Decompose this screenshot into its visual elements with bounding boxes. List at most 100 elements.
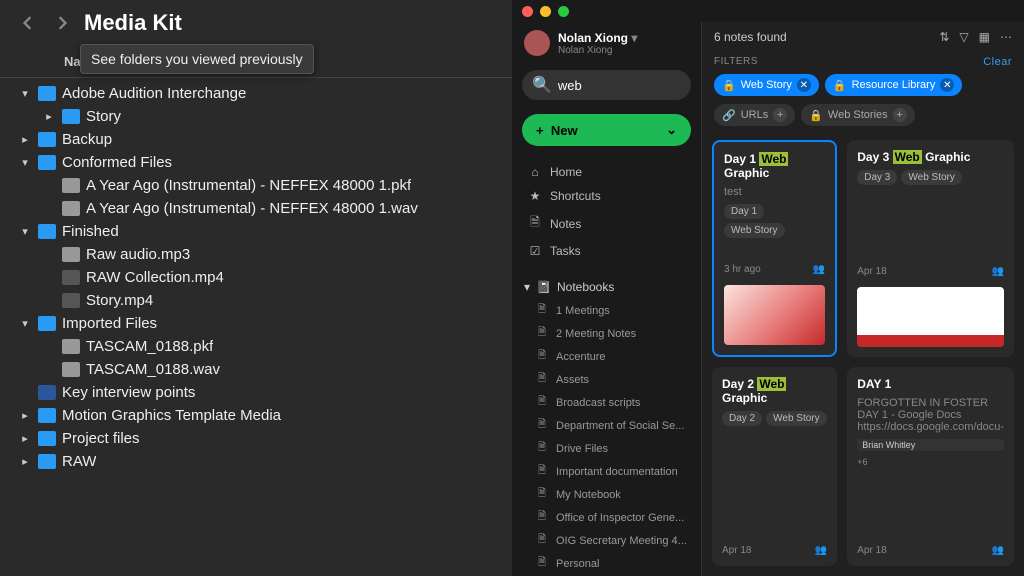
disclosure-icon[interactable]: ▸ bbox=[18, 133, 32, 146]
folder-icon bbox=[38, 408, 56, 423]
tree-row[interactable]: ▾Conformed Files bbox=[0, 151, 512, 174]
tree-row[interactable]: RAW Collection.mp4 bbox=[0, 266, 512, 289]
notebook-label: Important documentation bbox=[556, 466, 678, 478]
disclosure-icon[interactable]: ▾ bbox=[18, 225, 32, 238]
forward-icon[interactable] bbox=[50, 11, 74, 35]
disclosure-icon[interactable]: ▾ bbox=[18, 317, 32, 330]
folder-icon bbox=[38, 454, 56, 469]
note-card[interactable]: Day 2 Web Graphic Day 2Web Story Apr 18👥 bbox=[712, 367, 837, 567]
notebook-item[interactable]: 🗎Department of Social Se... bbox=[534, 414, 693, 437]
tree-row[interactable]: ▸Motion Graphics Template Media bbox=[0, 404, 512, 427]
notebook-item[interactable]: 🗎1 Meetings bbox=[534, 299, 693, 322]
notebook-label: Broadcast scripts bbox=[556, 397, 640, 409]
nav-item-shortcuts[interactable]: ★Shortcuts bbox=[520, 184, 693, 208]
note-card[interactable]: Day 3 Web Graphic Day 3Web Story Apr 18👥 bbox=[847, 140, 1014, 357]
chip-label: Web Story bbox=[741, 79, 792, 91]
disclosure-icon[interactable]: ▸ bbox=[18, 432, 32, 445]
tree-row[interactable]: ▸RAW bbox=[0, 450, 512, 473]
disclosure-icon[interactable]: ▸ bbox=[18, 455, 32, 468]
remove-chip-icon[interactable]: ✕ bbox=[940, 78, 954, 92]
nav-tooltip: See folders you viewed previously bbox=[80, 44, 314, 74]
back-icon[interactable] bbox=[16, 11, 40, 35]
grid-view-icon[interactable]: ▦ bbox=[979, 30, 990, 44]
disclosure-icon[interactable]: ▾ bbox=[18, 87, 32, 100]
more-icon[interactable]: ⋯ bbox=[1000, 30, 1012, 44]
filter-chip-active[interactable]: 🔒Web Story✕ bbox=[714, 74, 819, 96]
filter-chip-suggest[interactable]: 🔗URLs+ bbox=[714, 104, 795, 126]
new-button[interactable]: + New ⌄ bbox=[522, 114, 691, 146]
tree-row[interactable]: A Year Ago (Instrumental) - NEFFEX 48000… bbox=[0, 197, 512, 220]
minimize-icon[interactable] bbox=[540, 6, 551, 17]
notebook-item[interactable]: 🗎Drive Files bbox=[534, 437, 693, 460]
notebook-item[interactable]: 🗎2 Meeting Notes bbox=[534, 322, 693, 345]
filter-chip-suggest[interactable]: 🔒Web Stories+ bbox=[801, 104, 914, 126]
nav-item-tasks[interactable]: ☑Tasks bbox=[520, 239, 693, 263]
sort-icon[interactable]: ⇅ bbox=[939, 30, 949, 44]
folder-icon bbox=[38, 224, 56, 239]
remove-chip-icon[interactable]: ✕ bbox=[797, 78, 811, 92]
note-tag[interactable]: Day 2 bbox=[722, 411, 762, 426]
shared-icon: 👥 bbox=[992, 545, 1004, 556]
clear-filters-link[interactable]: Clear bbox=[983, 56, 1012, 68]
tree-row[interactable]: ▾Adobe Audition Interchange bbox=[0, 82, 512, 105]
notebook-list: 🗎1 Meetings🗎2 Meeting Notes🗎Accenture🗎As… bbox=[520, 299, 693, 576]
nav-list: ⌂Home★Shortcuts🗎Notes☑Tasks bbox=[520, 154, 693, 269]
notebook-item[interactable]: 🗎Personal bbox=[534, 552, 693, 575]
add-chip-icon[interactable]: + bbox=[773, 108, 787, 122]
note-thumbnail bbox=[724, 285, 825, 345]
note-tag[interactable]: Web Story bbox=[724, 223, 785, 238]
filter-chip-active[interactable]: 🔒Resource Library✕ bbox=[825, 74, 962, 96]
notebook-item[interactable]: 🗎Important documentation bbox=[534, 460, 693, 483]
note-tag[interactable]: Web Story bbox=[766, 411, 827, 426]
folder-icon bbox=[38, 86, 56, 101]
disclosure-icon[interactable]: ▸ bbox=[42, 110, 56, 123]
folder-icon bbox=[38, 132, 56, 147]
notebook-item[interactable]: 🗎 Broadcast scripts bbox=[534, 391, 693, 414]
notebook-icon: 🗎 bbox=[538, 394, 550, 411]
tree-row[interactable]: Story.mp4 bbox=[0, 289, 512, 312]
note-subtitle: FORGOTTEN IN FOSTER DAY 1 - Google Docs … bbox=[857, 397, 1004, 433]
notebook-item[interactable]: 🗎Assets bbox=[534, 368, 693, 391]
notebook-icon: 🗎 bbox=[538, 532, 550, 549]
tree-row[interactable]: ▸ Story bbox=[0, 105, 512, 128]
tree-row[interactable]: TASCAM_0188.wav bbox=[0, 358, 512, 381]
disclosure-icon[interactable]: ▸ bbox=[18, 409, 32, 422]
note-title: DAY 1 bbox=[857, 377, 1004, 391]
sidebar: Nolan Xiong ▾ Nolan Xiong 🔍 ✕ + New ⌄ ⌂H… bbox=[512, 22, 702, 576]
add-chip-icon[interactable]: + bbox=[893, 108, 907, 122]
note-tag[interactable]: Day 1 bbox=[724, 204, 764, 219]
item-label: Story bbox=[86, 108, 121, 125]
notebook-icon: 🗎 bbox=[538, 325, 550, 342]
notebook-item[interactable]: 🗎My Notebook bbox=[534, 483, 693, 506]
close-icon[interactable] bbox=[522, 6, 533, 17]
nav-item-home[interactable]: ⌂Home bbox=[520, 160, 693, 184]
search-input[interactable]: 🔍 ✕ bbox=[522, 70, 691, 100]
folder-icon bbox=[62, 109, 80, 124]
note-time: Apr 18 bbox=[722, 545, 751, 556]
note-thumbnail bbox=[857, 287, 1004, 347]
note-tag[interactable]: Web Story bbox=[901, 170, 962, 185]
note-card[interactable]: DAY 1 FORGOTTEN IN FOSTER DAY 1 - Google… bbox=[847, 367, 1014, 567]
notebook-item[interactable]: 🗎OIG Secretary Meeting 4... bbox=[534, 529, 693, 552]
tree-row[interactable]: ▸Project files bbox=[0, 427, 512, 450]
notebook-item[interactable]: 🗎Accenture bbox=[534, 345, 693, 368]
tree-row[interactable]: ▾Imported Files bbox=[0, 312, 512, 335]
tree-row[interactable]: TASCAM_0188.pkf bbox=[0, 335, 512, 358]
disclosure-icon[interactable]: ▾ bbox=[18, 156, 32, 169]
note-tag[interactable]: Day 3 bbox=[857, 170, 897, 185]
tree-row[interactable]: ▾Finished bbox=[0, 220, 512, 243]
notebooks-header[interactable]: ▾ 📓 Notebooks bbox=[520, 275, 693, 299]
item-label: TASCAM_0188.wav bbox=[86, 361, 220, 378]
note-card[interactable]: Day 1 Web Graphic test Day 1Web Story 3 … bbox=[712, 140, 837, 357]
tree-row[interactable]: A Year Ago (Instrumental) - NEFFEX 48000… bbox=[0, 174, 512, 197]
user-menu[interactable]: Nolan Xiong ▾ Nolan Xiong bbox=[520, 26, 693, 64]
tree-row[interactable]: Key interview points bbox=[0, 381, 512, 404]
zoom-icon[interactable] bbox=[558, 6, 569, 17]
tree-row[interactable]: Raw audio.mp3 bbox=[0, 243, 512, 266]
tree-row[interactable]: ▸Backup bbox=[0, 128, 512, 151]
notebook-item[interactable]: 🗎Office of Inspector Gene... bbox=[534, 506, 693, 529]
nav-item-notes[interactable]: 🗎Notes bbox=[520, 208, 693, 239]
notebook-icon: 🗎 bbox=[538, 348, 550, 365]
filter-icon[interactable]: ▽ bbox=[959, 30, 968, 44]
file-browser-header: Media Kit See folders you viewed previou… bbox=[0, 0, 512, 46]
